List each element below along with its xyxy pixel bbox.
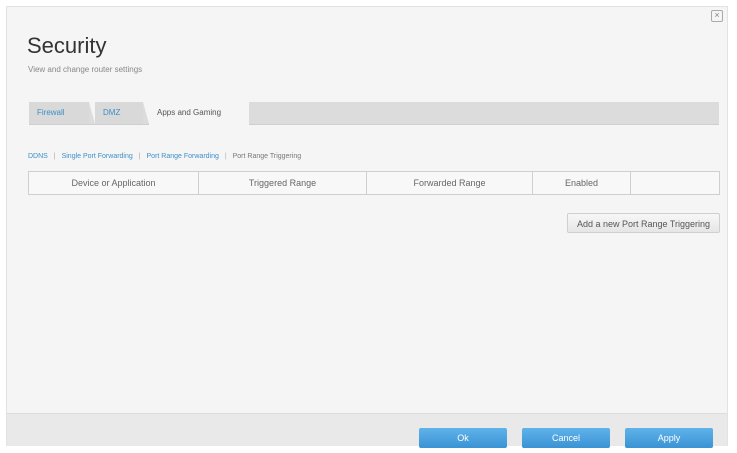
tab-dmz[interactable]: DMZ: [95, 102, 143, 124]
subnav-single-port-forwarding[interactable]: Single Port Forwarding: [62, 153, 133, 160]
subnav-divider: |: [53, 153, 56, 160]
column-header-actions: [631, 172, 719, 194]
tab-label: DMZ: [103, 108, 121, 117]
subnav-port-range-triggering: Port Range Triggering: [232, 153, 302, 160]
page-subtitle: View and change router settings: [28, 65, 143, 74]
port-triggering-table: Device or Application Triggered Range Fo…: [28, 171, 720, 195]
subnav-divider: |: [138, 153, 141, 160]
footer-bar: Ok Cancel Apply: [7, 413, 727, 448]
column-header-forwarded-range: Forwarded Range: [367, 172, 533, 194]
column-header-enabled: Enabled: [533, 172, 631, 194]
subnav-port-range-forwarding[interactable]: Port Range Forwarding: [147, 153, 219, 160]
apply-button[interactable]: Apply: [625, 428, 713, 448]
column-header-device: Device or Application: [29, 172, 199, 194]
page-title: Security: [27, 33, 107, 58]
tab-bar: Firewall DMZ Apps and Gaming: [29, 102, 719, 125]
tab-firewall[interactable]: Firewall: [29, 102, 89, 124]
subnav-divider: |: [224, 153, 227, 160]
column-header-triggered-range: Triggered Range: [199, 172, 367, 194]
tab-apps-and-gaming[interactable]: Apps and Gaming: [149, 102, 249, 125]
ok-button[interactable]: Ok: [419, 428, 507, 448]
close-icon[interactable]: ×: [711, 10, 723, 22]
subnav: DDNS | Single Port Forwarding | Port Ran…: [28, 153, 301, 160]
add-port-range-triggering-button[interactable]: Add a new Port Range Triggering: [567, 213, 720, 233]
cancel-button[interactable]: Cancel: [522, 428, 610, 448]
tab-label: Apps and Gaming: [157, 108, 222, 117]
subnav-ddns[interactable]: DDNS: [28, 153, 48, 160]
tab-label: Firewall: [37, 108, 65, 117]
security-panel: × Security View and change router settin…: [6, 6, 728, 448]
